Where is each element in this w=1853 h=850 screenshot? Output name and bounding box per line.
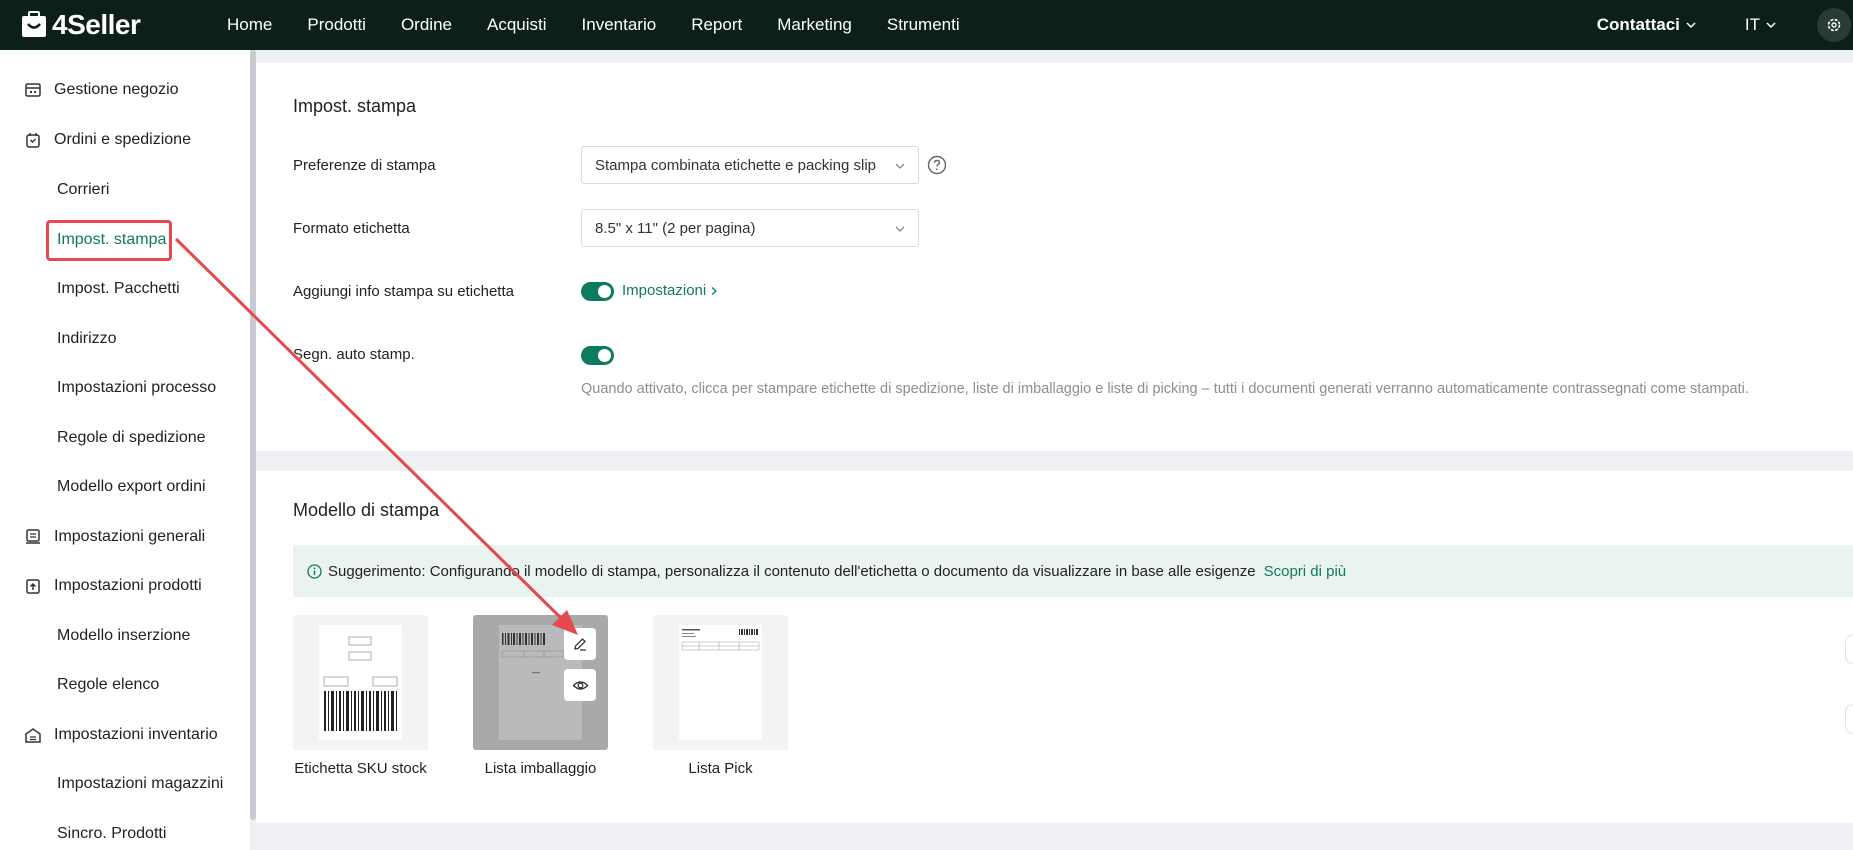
add-print-info-label: Aggiungi info stampa su etichetta — [293, 283, 514, 300]
side-floating-button[interactable] — [1845, 704, 1853, 734]
label-format-value: 8.5" x 11" (2 per pagina) — [595, 219, 756, 237]
gear-icon — [1827, 18, 1841, 32]
nav-home[interactable]: Home — [227, 15, 272, 35]
print-templates-title: Modello di stampa — [293, 500, 440, 520]
edit-pencil-icon — [574, 638, 586, 651]
template-label: Etichetta SKU stock — [294, 760, 427, 777]
main-nav: Home Prodotti Ordine Acquisti Inventario… — [227, 15, 995, 35]
sidebar-item-warehouses[interactable]: Impostazioni magazzini — [57, 775, 223, 793]
sidebar-group-label: Impostazioni generali — [54, 528, 206, 545]
brand-name: 4Seller — [52, 9, 141, 40]
label-format-label: Formato etichetta — [293, 220, 410, 237]
auto-mark-hint: Quando attivato, clicca per stampare eti… — [581, 381, 1749, 397]
sidebar: Gestione negozio Ordini e spedizione Cor… — [0, 50, 250, 850]
side-floating-button[interactable] — [1845, 634, 1853, 664]
chevron-down-icon — [1766, 22, 1776, 29]
logo-bag-icon — [22, 11, 46, 37]
contact-menu[interactable]: Contattaci — [1597, 15, 1697, 35]
sidebar-group-label: Ordini e spedizione — [54, 131, 191, 148]
help-icon[interactable] — [927, 155, 947, 175]
chevron-right-icon — [711, 286, 718, 295]
settings-link-label: Impostazioni — [622, 282, 707, 299]
store-icon — [25, 83, 41, 97]
print-info-settings-link[interactable]: Impostazioni — [622, 282, 719, 299]
template-label: Lista Pick — [688, 760, 753, 777]
contact-label: Contattaci — [1596, 15, 1680, 34]
brand-logo[interactable]: 4Seller — [20, 9, 227, 41]
auto-mark-printed-label: Segn. auto stamp. — [293, 346, 415, 363]
nav-products[interactable]: Prodotti — [307, 15, 366, 35]
template-preview — [679, 625, 762, 740]
toggle-knob — [598, 349, 611, 362]
language-label: IT — [1744, 15, 1760, 34]
sidebar-item-shipping-rules[interactable]: Regole di spedizione — [57, 429, 206, 447]
add-print-info-toggle[interactable] — [581, 282, 614, 301]
template-preview — [319, 625, 402, 740]
sidebar-item-process[interactable]: Impostazioni processo — [57, 379, 216, 397]
highlight-box — [46, 220, 172, 261]
sidebar-item-packages[interactable]: Impost. Pacchetti — [57, 280, 180, 298]
template-sku-stock-label[interactable] — [293, 615, 428, 750]
general-settings-icon — [26, 529, 40, 544]
chevron-down-icon — [895, 163, 905, 169]
product-upload-icon — [26, 579, 40, 594]
print-preference-value: Stampa combinata etichette e packing sli… — [595, 156, 876, 174]
settings-button[interactable] — [1817, 8, 1851, 42]
nav-purchases[interactable]: Acquisti — [487, 15, 547, 35]
template-packing-list[interactable] — [473, 615, 608, 750]
template-label: Lista imballaggio — [484, 760, 597, 777]
sidebar-group-general[interactable]: Impostazioni generali — [24, 528, 205, 546]
nav-inventory[interactable]: Inventario — [582, 15, 657, 35]
print-preference-label: Preferenze di stampa — [293, 157, 436, 174]
sidebar-group-label: Gestione negozio — [54, 81, 179, 98]
sidebar-item-carriers[interactable]: Corrieri — [57, 181, 109, 199]
sidebar-group-orders[interactable]: Ordini e spedizione — [24, 131, 191, 149]
top-bar: 4Seller Home Prodotti Ordine Acquisti In… — [0, 0, 1853, 50]
toggle-knob — [598, 285, 611, 298]
sidebar-item-list-rules[interactable]: Regole elenco — [57, 676, 159, 694]
inventory-icon — [25, 728, 41, 743]
label-format-select[interactable]: 8.5" x 11" (2 per pagina) — [581, 209, 919, 247]
info-icon — [307, 563, 322, 579]
eye-icon — [572, 680, 588, 690]
sidebar-item-order-export[interactable]: Modello export ordini — [57, 478, 206, 496]
preview-template-button[interactable] — [564, 669, 596, 701]
sidebar-item-sync-products[interactable]: Sincro. Prodotti — [57, 825, 166, 843]
nav-orders[interactable]: Ordine — [401, 15, 452, 35]
order-bag-icon — [26, 133, 40, 148]
chevron-down-icon — [1686, 22, 1696, 29]
template-tip-banner: Suggerimento: Configurando il modello di… — [293, 545, 1853, 597]
language-menu[interactable]: IT — [1745, 15, 1777, 35]
sidebar-group-store[interactable]: Gestione negozio — [24, 81, 179, 99]
barcode-label-preview-icon — [323, 636, 398, 731]
edit-template-button[interactable] — [564, 628, 596, 660]
sidebar-item-listing-template[interactable]: Modello inserzione — [57, 627, 190, 645]
sidebar-item-address[interactable]: Indirizzo — [57, 330, 117, 348]
pick-list-preview-icon — [681, 629, 760, 651]
sidebar-group-inventory[interactable]: Impostazioni inventario — [24, 726, 218, 744]
chevron-down-icon — [895, 226, 905, 232]
nav-tools[interactable]: Strumenti — [887, 15, 960, 35]
top-right-actions: Contattaci IT — [1597, 0, 1853, 50]
template-tip-text: Suggerimento: Configurando il modello di… — [328, 562, 1256, 580]
sidebar-group-label: Impostazioni prodotti — [54, 577, 202, 594]
print-preference-select[interactable]: Stampa combinata etichette e packing sli… — [581, 146, 919, 184]
nav-marketing[interactable]: Marketing — [777, 15, 852, 35]
auto-mark-printed-toggle[interactable] — [581, 346, 614, 365]
sidebar-group-products[interactable]: Impostazioni prodotti — [24, 577, 202, 595]
sidebar-group-label: Impostazioni inventario — [54, 726, 218, 743]
print-settings-title: Impost. stampa — [293, 96, 417, 116]
template-pick-list[interactable] — [653, 615, 788, 750]
nav-report[interactable]: Report — [691, 15, 742, 35]
learn-more-link[interactable]: Scopri di più — [1264, 563, 1347, 580]
